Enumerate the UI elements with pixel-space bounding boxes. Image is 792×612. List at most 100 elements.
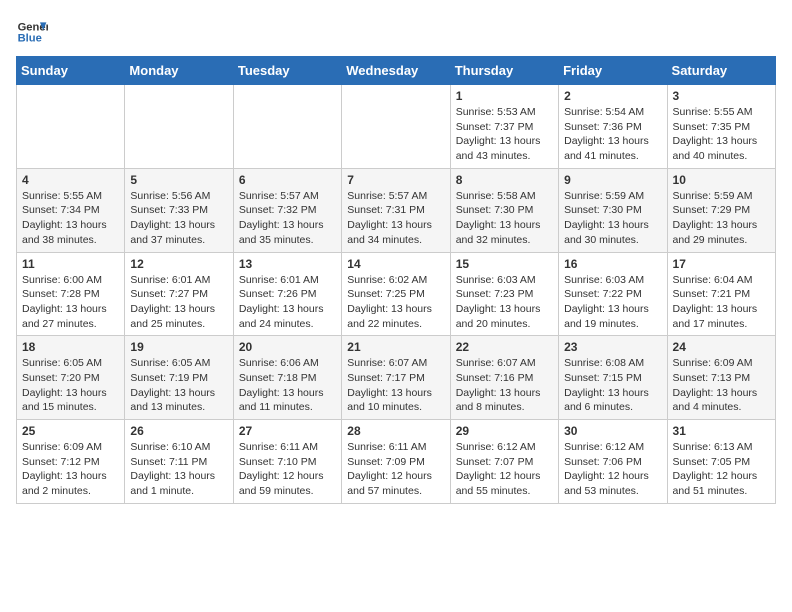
day-info: Sunrise: 6:13 AM Sunset: 7:05 PM Dayligh…	[673, 440, 770, 499]
day-info: Sunrise: 5:58 AM Sunset: 7:30 PM Dayligh…	[456, 189, 553, 248]
day-number: 6	[239, 173, 336, 187]
calendar-cell: 6 Sunrise: 5:57 AM Sunset: 7:32 PM Daylig…	[233, 168, 341, 252]
day-info: Sunrise: 5:59 AM Sunset: 7:30 PM Dayligh…	[564, 189, 661, 248]
day-info: Sunrise: 6:04 AM Sunset: 7:21 PM Dayligh…	[673, 273, 770, 332]
day-number: 24	[673, 340, 770, 354]
calendar-cell	[17, 85, 125, 169]
day-info: Sunrise: 6:12 AM Sunset: 7:06 PM Dayligh…	[564, 440, 661, 499]
calendar-cell: 13 Sunrise: 6:01 AM Sunset: 7:26 PM Dayli…	[233, 252, 341, 336]
day-info: Sunrise: 5:55 AM Sunset: 7:35 PM Dayligh…	[673, 105, 770, 164]
day-number: 3	[673, 89, 770, 103]
weekday-header: Saturday	[667, 57, 775, 85]
weekday-header: Sunday	[17, 57, 125, 85]
day-info: Sunrise: 5:56 AM Sunset: 7:33 PM Dayligh…	[130, 189, 227, 248]
day-info: Sunrise: 6:11 AM Sunset: 7:09 PM Dayligh…	[347, 440, 444, 499]
day-info: Sunrise: 6:08 AM Sunset: 7:15 PM Dayligh…	[564, 356, 661, 415]
calendar-cell: 7 Sunrise: 5:57 AM Sunset: 7:31 PM Daylig…	[342, 168, 450, 252]
day-info: Sunrise: 6:07 AM Sunset: 7:16 PM Dayligh…	[456, 356, 553, 415]
calendar-cell: 22 Sunrise: 6:07 AM Sunset: 7:16 PM Dayli…	[450, 336, 558, 420]
weekday-header: Thursday	[450, 57, 558, 85]
day-info: Sunrise: 6:01 AM Sunset: 7:26 PM Dayligh…	[239, 273, 336, 332]
day-info: Sunrise: 6:00 AM Sunset: 7:28 PM Dayligh…	[22, 273, 119, 332]
day-number: 7	[347, 173, 444, 187]
logo-icon: General Blue	[16, 16, 48, 48]
day-number: 17	[673, 257, 770, 271]
calendar-cell: 12 Sunrise: 6:01 AM Sunset: 7:27 PM Dayli…	[125, 252, 233, 336]
day-number: 4	[22, 173, 119, 187]
calendar-cell: 14Sunrise: 6:02 AM Sunset: 7:25 PM Dayli…	[342, 252, 450, 336]
day-number: 10	[673, 173, 770, 187]
day-number: 18	[22, 340, 119, 354]
day-info: Sunrise: 6:05 AM Sunset: 7:19 PM Dayligh…	[130, 356, 227, 415]
day-info: Sunrise: 6:07 AM Sunset: 7:17 PM Dayligh…	[347, 356, 444, 415]
day-number: 29	[456, 424, 553, 438]
weekday-header: Tuesday	[233, 57, 341, 85]
day-number: 1	[456, 89, 553, 103]
day-info: Sunrise: 5:55 AM Sunset: 7:34 PM Dayligh…	[22, 189, 119, 248]
day-number: 19	[130, 340, 227, 354]
day-info: Sunrise: 6:03 AM Sunset: 7:22 PM Dayligh…	[564, 273, 661, 332]
day-number: 11	[22, 257, 119, 271]
day-number: 25	[22, 424, 119, 438]
day-number: 27	[239, 424, 336, 438]
day-number: 8	[456, 173, 553, 187]
day-number: 5	[130, 173, 227, 187]
calendar-cell: 26Sunrise: 6:10 AM Sunset: 7:11 PM Dayli…	[125, 420, 233, 504]
day-number: 2	[564, 89, 661, 103]
day-info: Sunrise: 6:05 AM Sunset: 7:20 PM Dayligh…	[22, 356, 119, 415]
weekday-header: Friday	[559, 57, 667, 85]
calendar-cell: 11 Sunrise: 6:00 AM Sunset: 7:28 PM Dayli…	[17, 252, 125, 336]
calendar-cell: 17 Sunrise: 6:04 AM Sunset: 7:21 PM Dayli…	[667, 252, 775, 336]
calendar-cell: 10 Sunrise: 5:59 AM Sunset: 7:29 PM Dayli…	[667, 168, 775, 252]
day-number: 16	[564, 257, 661, 271]
calendar-cell: 24 Sunrise: 6:09 AM Sunset: 7:13 PM Dayli…	[667, 336, 775, 420]
calendar-cell: 18 Sunrise: 6:05 AM Sunset: 7:20 PM Dayli…	[17, 336, 125, 420]
day-number: 21	[347, 340, 444, 354]
page-header: General Blue	[16, 16, 776, 48]
day-info: Sunrise: 5:59 AM Sunset: 7:29 PM Dayligh…	[673, 189, 770, 248]
calendar-cell: 4 Sunrise: 5:55 AM Sunset: 7:34 PM Daylig…	[17, 168, 125, 252]
day-info: Sunrise: 5:54 AM Sunset: 7:36 PM Dayligh…	[564, 105, 661, 164]
day-info: Sunrise: 5:53 AM Sunset: 7:37 PM Dayligh…	[456, 105, 553, 164]
day-info: Sunrise: 6:09 AM Sunset: 7:13 PM Dayligh…	[673, 356, 770, 415]
day-info: Sunrise: 6:11 AM Sunset: 7:10 PM Dayligh…	[239, 440, 336, 499]
day-info: Sunrise: 6:10 AM Sunset: 7:11 PM Dayligh…	[130, 440, 227, 499]
calendar-cell: 28 Sunrise: 6:11 AM Sunset: 7:09 PM Dayli…	[342, 420, 450, 504]
day-number: 13	[239, 257, 336, 271]
day-number: 12	[130, 257, 227, 271]
calendar-cell: 5 Sunrise: 5:56 AM Sunset: 7:33 PM Daylig…	[125, 168, 233, 252]
calendar-cell: 2 Sunrise: 5:54 AM Sunset: 7:36 PM Daylig…	[559, 85, 667, 169]
calendar-cell: 25 Sunrise: 6:09 AM Sunset: 7:12 PM Dayli…	[17, 420, 125, 504]
day-number: 9	[564, 173, 661, 187]
calendar-cell: 8 Sunrise: 5:58 AM Sunset: 7:30 PM Daylig…	[450, 168, 558, 252]
calendar-cell: 1 Sunrise: 5:53 AM Sunset: 7:37 PM Daylig…	[450, 85, 558, 169]
weekday-header: Wednesday	[342, 57, 450, 85]
calendar-cell: 20 Sunrise: 6:06 AM Sunset: 7:18 PM Dayli…	[233, 336, 341, 420]
calendar-cell: 15Sunrise: 6:03 AM Sunset: 7:23 PM Dayli…	[450, 252, 558, 336]
day-number: 20	[239, 340, 336, 354]
calendar-cell: 29 Sunrise: 6:12 AM Sunset: 7:07 PM Dayli…	[450, 420, 558, 504]
day-info: Sunrise: 5:57 AM Sunset: 7:32 PM Dayligh…	[239, 189, 336, 248]
calendar-cell: 30 Sunrise: 6:12 AM Sunset: 7:06 PM Dayli…	[559, 420, 667, 504]
day-number: 22	[456, 340, 553, 354]
day-number: 23	[564, 340, 661, 354]
logo: General Blue	[16, 16, 48, 48]
calendar-cell: 19 Sunrise: 6:05 AM Sunset: 7:19 PM Dayli…	[125, 336, 233, 420]
day-number: 30	[564, 424, 661, 438]
calendar-cell: 16 Sunrise: 6:03 AM Sunset: 7:22 PM Dayli…	[559, 252, 667, 336]
weekday-header: Monday	[125, 57, 233, 85]
calendar-cell	[125, 85, 233, 169]
calendar-cell: 21 Sunrise: 6:07 AM Sunset: 7:17 PM Dayli…	[342, 336, 450, 420]
day-info: Sunrise: 6:06 AM Sunset: 7:18 PM Dayligh…	[239, 356, 336, 415]
day-number: 14	[347, 257, 444, 271]
day-number: 28	[347, 424, 444, 438]
day-info: Sunrise: 5:57 AM Sunset: 7:31 PM Dayligh…	[347, 189, 444, 248]
day-info: Sunrise: 6:09 AM Sunset: 7:12 PM Dayligh…	[22, 440, 119, 499]
calendar-cell: 9 Sunrise: 5:59 AM Sunset: 7:30 PM Daylig…	[559, 168, 667, 252]
day-info: Sunrise: 6:12 AM Sunset: 7:07 PM Dayligh…	[456, 440, 553, 499]
calendar-cell: 27 Sunrise: 6:11 AM Sunset: 7:10 PM Dayli…	[233, 420, 341, 504]
day-info: Sunrise: 6:01 AM Sunset: 7:27 PM Dayligh…	[130, 273, 227, 332]
calendar-cell: 3 Sunrise: 5:55 AM Sunset: 7:35 PM Daylig…	[667, 85, 775, 169]
calendar-cell: 31Sunrise: 6:13 AM Sunset: 7:05 PM Dayli…	[667, 420, 775, 504]
calendar-table: SundayMondayTuesdayWednesdayThursdayFrid…	[16, 56, 776, 504]
